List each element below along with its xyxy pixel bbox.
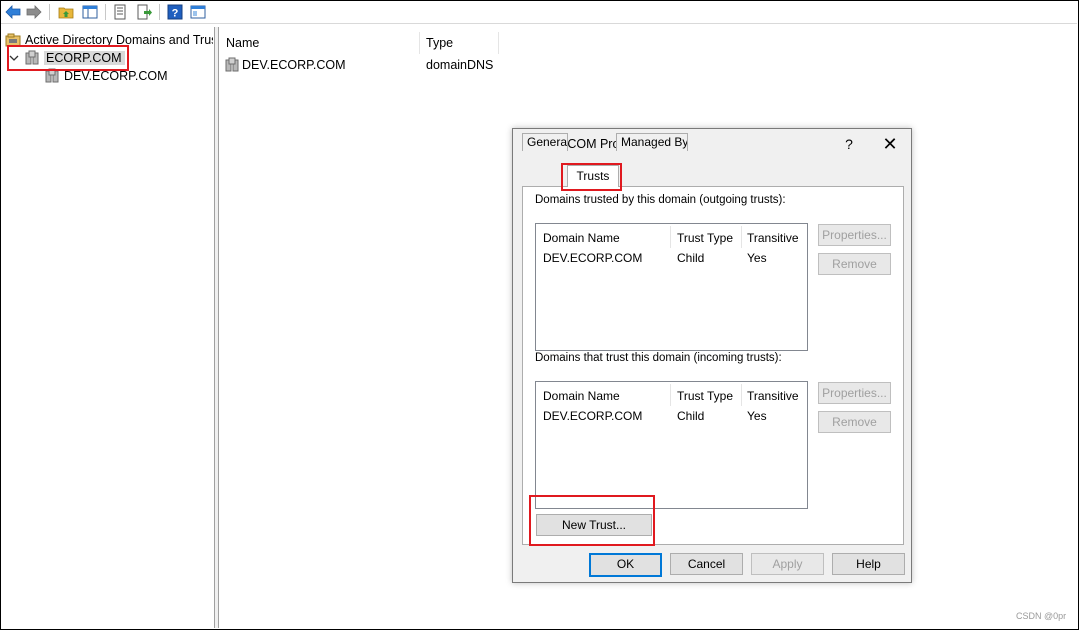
toolbar-separator — [49, 4, 50, 20]
trust-row-transitive: Yes — [747, 409, 767, 423]
column-header-transitive[interactable]: Transitive — [747, 386, 799, 406]
column-separator[interactable] — [670, 226, 671, 248]
tree-item-label: DEV.ECORP.COM — [64, 69, 168, 83]
outgoing-properties-button[interactable]: Properties... — [818, 224, 891, 246]
list-item[interactable]: DEV.ECORP.COM — [224, 56, 346, 74]
list-item-type: domainDNS — [426, 58, 494, 72]
outgoing-remove-button[interactable]: Remove — [818, 253, 891, 275]
outgoing-trusts-label: Domains trusted by this domain (outgoing… — [535, 194, 786, 206]
column-separator[interactable] — [741, 384, 742, 406]
trust-row-type: Child — [677, 251, 705, 265]
tree-item-label: ECORP.COM — [44, 51, 126, 65]
properties-sheet-icon[interactable] — [111, 3, 129, 21]
up-folder-icon[interactable] — [57, 3, 75, 21]
column-header-domain-name[interactable]: Domain Name — [543, 386, 620, 406]
incoming-remove-button[interactable]: Remove — [818, 411, 891, 433]
ok-button[interactable]: OK — [589, 553, 662, 577]
column-header-transitive[interactable]: Transitive — [747, 228, 799, 248]
column-separator[interactable] — [419, 32, 420, 54]
tab-general[interactable]: General — [522, 133, 568, 151]
apply-button[interactable]: Apply — [751, 553, 824, 575]
column-separator[interactable] — [741, 226, 742, 248]
forward-arrow-icon[interactable] — [25, 3, 43, 21]
help-button[interactable]: Help — [832, 553, 905, 575]
column-header-type[interactable]: Type — [426, 33, 453, 53]
trust-row-domain[interactable]: DEV.ECORP.COM — [543, 408, 642, 424]
column-header-trust-type[interactable]: Trust Type — [677, 228, 733, 248]
svg-text:?: ? — [172, 8, 179, 20]
export-list-icon[interactable] — [135, 3, 153, 21]
toolbar: ? — [1, 1, 1077, 24]
tab-managed-by[interactable]: Managed By — [616, 133, 688, 151]
toolbar-separator — [159, 4, 160, 20]
properties-dialog: ECORP.COM Properties ? ✕ General Trusts … — [512, 128, 912, 583]
cancel-button[interactable]: Cancel — [670, 553, 743, 575]
trust-row-type: Child — [677, 409, 705, 423]
trust-row-transitive: Yes — [747, 251, 767, 265]
column-header-trust-type[interactable]: Trust Type — [677, 386, 733, 406]
incoming-properties-button[interactable]: Properties... — [818, 382, 891, 404]
column-header-name[interactable]: Name — [226, 33, 259, 53]
help-icon[interactable]: ? — [166, 3, 184, 21]
console-tree — [1, 27, 215, 628]
trust-row-domain[interactable]: DEV.ECORP.COM — [543, 250, 642, 266]
help-icon[interactable]: ? — [839, 133, 859, 155]
domain-icon — [44, 68, 60, 84]
back-arrow-icon[interactable] — [4, 3, 22, 21]
show-hide-tree-icon[interactable] — [81, 3, 99, 21]
outgoing-trusts-list[interactable]: Domain Name Trust Type Transitive DEV.EC… — [535, 223, 808, 351]
toolbar-separator — [105, 4, 106, 20]
incoming-trusts-label: Domains that trust this domain (incoming… — [535, 352, 782, 364]
watermark: CSDN @0pr — [1016, 611, 1067, 621]
tree-item-ecorp[interactable]: ECORP.COM — [8, 49, 126, 67]
ad-domains-trusts-icon — [5, 32, 21, 48]
tree-root[interactable]: Active Directory Domains and Trusts — [5, 31, 213, 49]
console-tree-icon[interactable] — [189, 3, 207, 21]
domain-icon — [224, 57, 240, 73]
new-trust-button[interactable]: New Trust... — [536, 514, 652, 536]
domain-icon — [24, 50, 40, 66]
column-separator[interactable] — [498, 32, 499, 54]
list-item-name: DEV.ECORP.COM — [242, 58, 346, 72]
chevron-down-icon[interactable] — [8, 52, 20, 64]
tab-trusts[interactable]: Trusts — [567, 165, 619, 187]
close-icon[interactable]: ✕ — [879, 133, 901, 155]
tree-item-dev-ecorp[interactable]: DEV.ECORP.COM — [44, 67, 168, 85]
incoming-trusts-list[interactable]: Domain Name Trust Type Transitive DEV.EC… — [535, 381, 808, 509]
column-header-domain-name[interactable]: Domain Name — [543, 228, 620, 248]
trusts-tab-panel: Domains trusted by this domain (outgoing… — [522, 186, 904, 545]
tree-root-label: Active Directory Domains and Trusts — [25, 33, 213, 47]
column-separator[interactable] — [670, 384, 671, 406]
